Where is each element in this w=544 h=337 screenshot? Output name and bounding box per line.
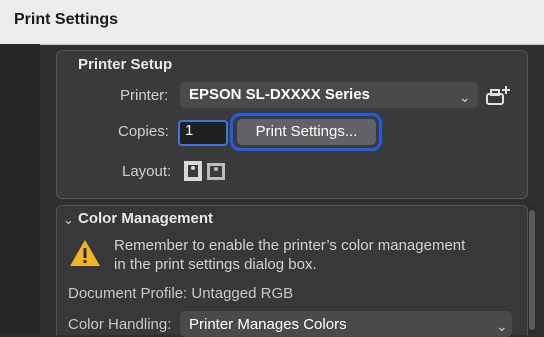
copies-label: Copies: [118, 123, 169, 140]
color-handling-label: Color Handling: [68, 316, 172, 333]
landscape-layout-icon[interactable] [206, 160, 226, 182]
color-management-header[interactable]: Color Management [78, 210, 213, 227]
chevron-down-icon[interactable]: ⌄ [63, 212, 74, 228]
color-handling-value: Printer Manages Colors [189, 316, 347, 333]
preview-pane [0, 44, 40, 334]
copies-value: 1 [185, 122, 194, 139]
chevron-down-icon: ⌄ [459, 89, 471, 105]
printer-setup-header: Printer Setup [78, 56, 173, 73]
printer-label: Printer: [120, 87, 169, 104]
color-warning-text: Remember to enable the printer’s color m… [114, 237, 466, 273]
window-title: Print Settings [14, 11, 119, 28]
chevron-down-icon: ⌄ [496, 318, 508, 334]
portrait-layout-icon[interactable] [183, 160, 203, 182]
scrollbar-thumb[interactable] [529, 210, 535, 330]
title-bar: Print Settings [0, 0, 544, 45]
add-printer-icon[interactable] [484, 84, 512, 110]
warning-icon [70, 240, 100, 266]
document-profile-text: Document Profile: Untagged RGB [68, 285, 294, 302]
printer-select-value: EPSON SL-DXXXX Series [189, 86, 370, 103]
print-settings-button[interactable]: Print Settings... [237, 119, 376, 145]
layout-label: Layout: [122, 163, 172, 180]
